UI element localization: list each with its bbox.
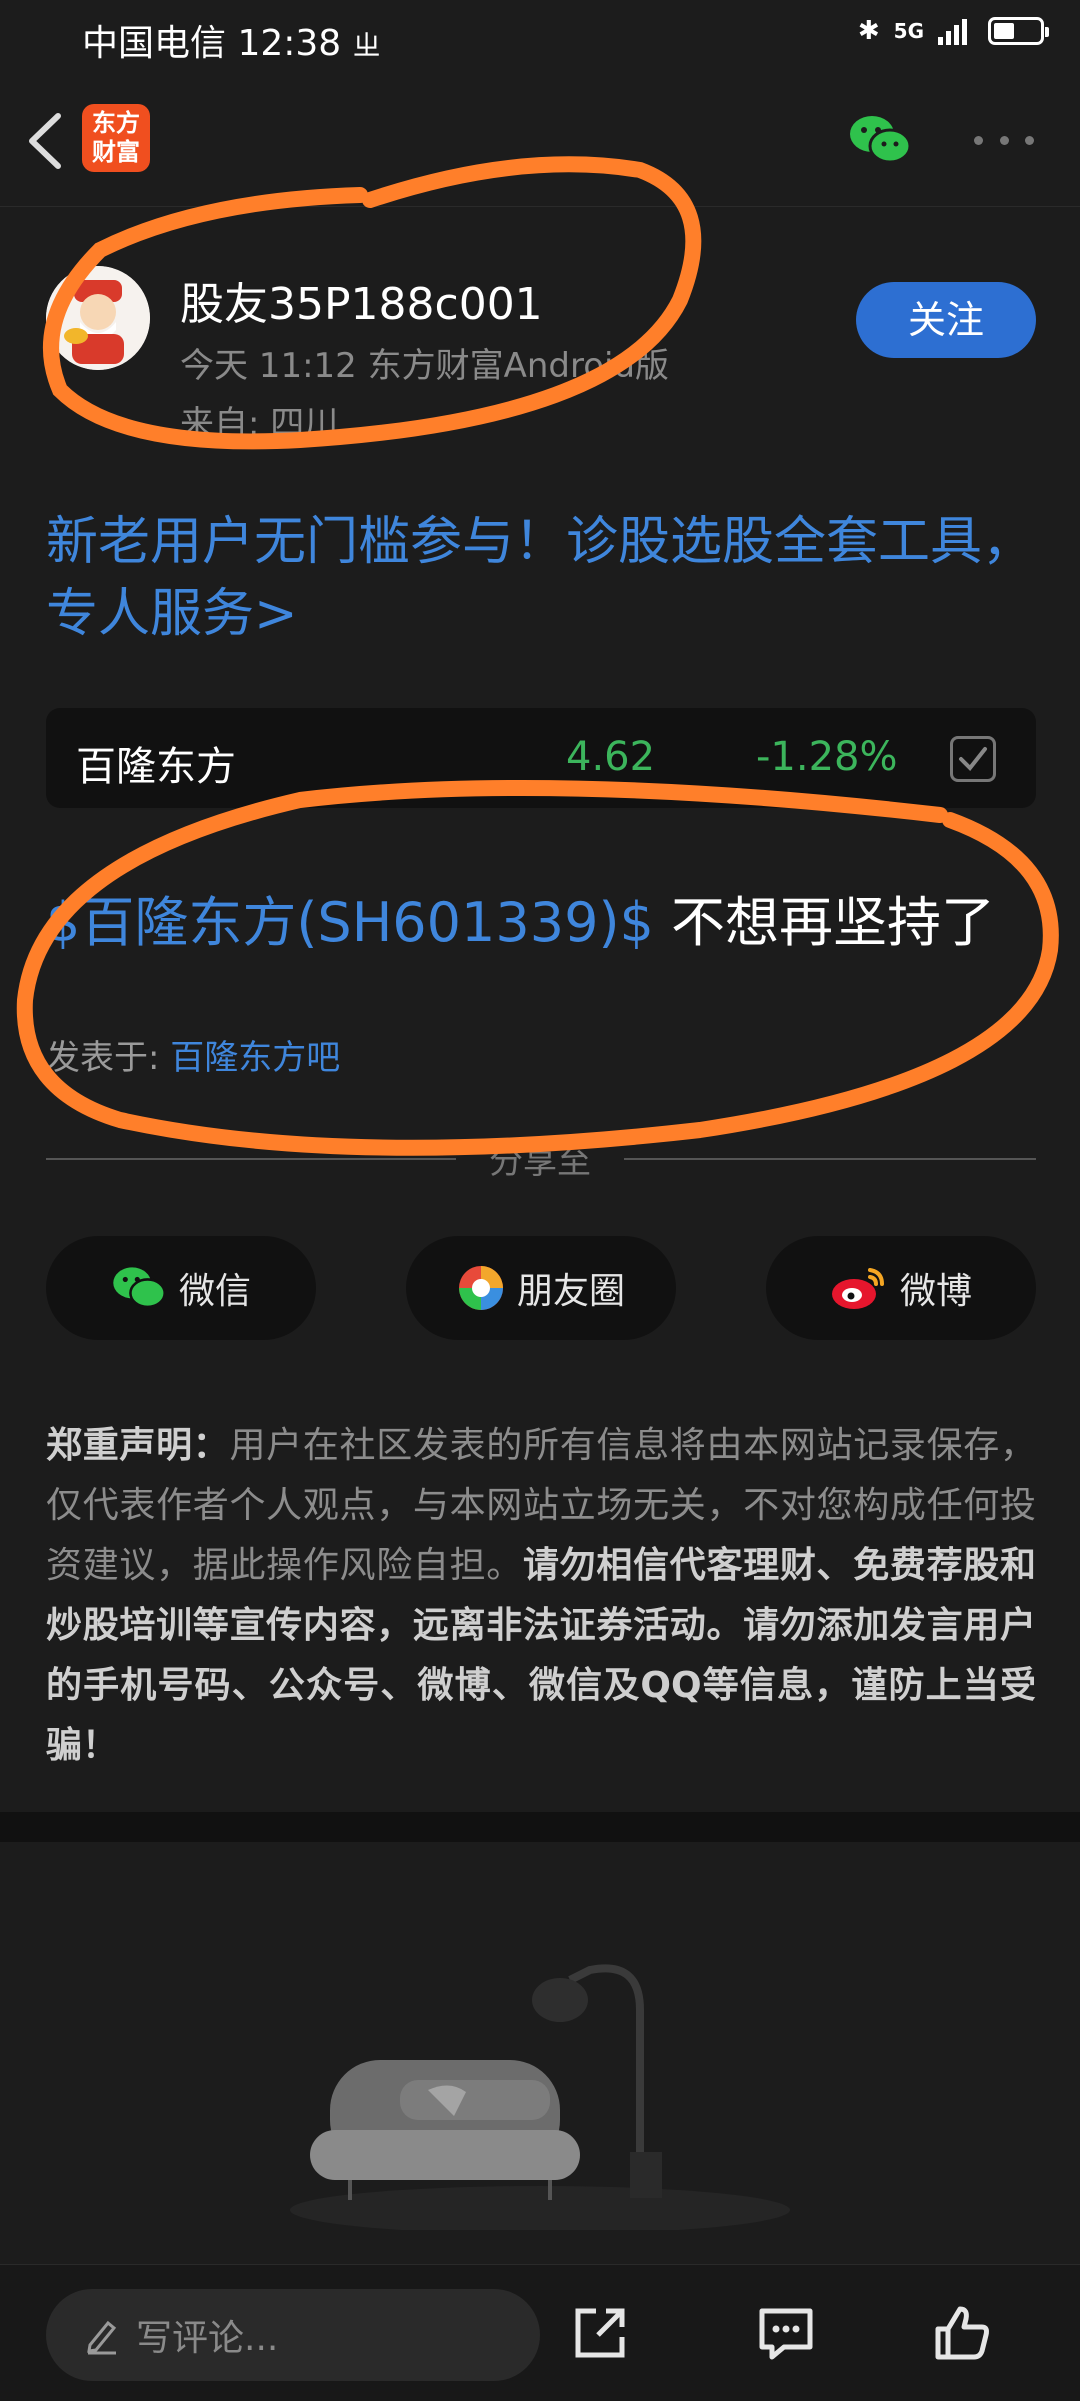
- more-dot: [974, 135, 983, 145]
- divider: [624, 1158, 1036, 1160]
- battery-icon: [988, 17, 1049, 45]
- carrier-label: 中国电信: [82, 23, 227, 64]
- status-left: 中国电信 12:38 ㄓ: [82, 14, 381, 66]
- logo-text-top: 东方: [92, 109, 140, 137]
- promo-link[interactable]: 新老用户无门槛参与！诊股选股全套工具，专人服务>: [46, 506, 1036, 650]
- posted-in-bar-link[interactable]: 百隆东方吧: [170, 1038, 340, 1078]
- disclaimer-title: 郑重声明：: [46, 1425, 230, 1466]
- sofa-lamp-illustration: [290, 1964, 790, 2234]
- share-out-button[interactable]: [568, 2301, 632, 2365]
- signal-icon: [938, 19, 967, 45]
- comment-icon: [759, 2308, 813, 2360]
- divider: [46, 1158, 456, 1160]
- payment-icon: ㄓ: [352, 29, 381, 62]
- posted-in: 发表于: 百隆东方吧: [46, 1030, 340, 1079]
- wechat-icon: [113, 1267, 166, 1309]
- stock-name: 百隆东方: [76, 744, 236, 790]
- comment-input[interactable]: 写评论...: [46, 2289, 540, 2381]
- stock-change: -1.28%: [756, 734, 898, 780]
- post-text: 不想再坚持了: [653, 891, 996, 954]
- status-time: 12:38: [237, 23, 342, 64]
- annotation-circle-post: [16, 780, 1059, 1156]
- share-label: 分享至: [489, 1142, 591, 1182]
- post-origin: 来自: 四川: [180, 404, 339, 444]
- post-meta: 今天 11:12 东方财富Android版: [180, 346, 670, 386]
- thumbs-up-icon: [935, 2306, 989, 2360]
- share-wechat-label: 微信: [178, 1271, 251, 1312]
- stock-tag-link[interactable]: $百隆东方(SH601339)$: [46, 891, 654, 954]
- wechat-icon: [850, 116, 912, 164]
- check-icon: [959, 747, 987, 772]
- more-dot: [1025, 135, 1034, 145]
- weibo-icon: [831, 1268, 884, 1309]
- add-watchlist-checkbox[interactable]: [950, 736, 996, 782]
- status-bar: 中国电信 12:38 ㄓ ✱ 5G: [0, 0, 1080, 76]
- share-weibo-label: 微博: [899, 1271, 972, 1312]
- author-avatar[interactable]: [46, 266, 150, 370]
- fortune-god-avatar-icon: [46, 266, 150, 370]
- pencil-icon: [87, 2320, 117, 2355]
- chevron-left-icon: [29, 113, 61, 169]
- back-button[interactable]: [20, 106, 80, 176]
- share-weibo-button[interactable]: 微博: [766, 1236, 1036, 1340]
- wechat-share-button[interactable]: [848, 112, 912, 168]
- network-label: 5G: [893, 19, 924, 43]
- comments-button[interactable]: [754, 2301, 818, 2365]
- comment-placeholder: 写评论...: [136, 2318, 279, 2359]
- share-moments-label: 朋友圈: [516, 1271, 625, 1312]
- bluetooth-icon: ✱: [857, 16, 880, 46]
- share-out-icon: [575, 2308, 625, 2358]
- more-dot: [999, 135, 1009, 145]
- disclaimer: 郑重声明：用户在社区发表的所有信息将由本网站记录保存，仅代表作者个人观点，与本网…: [46, 1416, 1036, 1776]
- stock-card[interactable]: 百隆东方 4.62 -1.28%: [46, 708, 1036, 808]
- logo-text-bottom: 财富: [92, 138, 140, 166]
- posted-in-label: 发表于:: [46, 1038, 171, 1078]
- empty-comments-illustration: [270, 1940, 810, 2234]
- follow-button[interactable]: 关注: [856, 282, 1036, 358]
- share-wechat-button[interactable]: 微信: [46, 1236, 316, 1340]
- moments-aperture-icon: [458, 1266, 503, 1310]
- more-button[interactable]: [974, 128, 1034, 152]
- share-moments-button[interactable]: 朋友圈: [406, 1236, 676, 1340]
- post-body: $百隆东方(SH601339)$ 不想再坚持了: [46, 878, 995, 957]
- bottom-bar: 写评论...: [0, 2264, 1080, 2401]
- top-nav: 东方 财富: [0, 76, 1080, 207]
- section-separator: [0, 1812, 1080, 1842]
- stock-price: 4.62: [566, 734, 656, 780]
- app-logo: 东方 财富: [82, 104, 150, 172]
- author-name[interactable]: 股友35P188c001: [180, 268, 543, 332]
- like-button[interactable]: [930, 2301, 994, 2365]
- status-icons: ✱ 5G: [857, 16, 1049, 46]
